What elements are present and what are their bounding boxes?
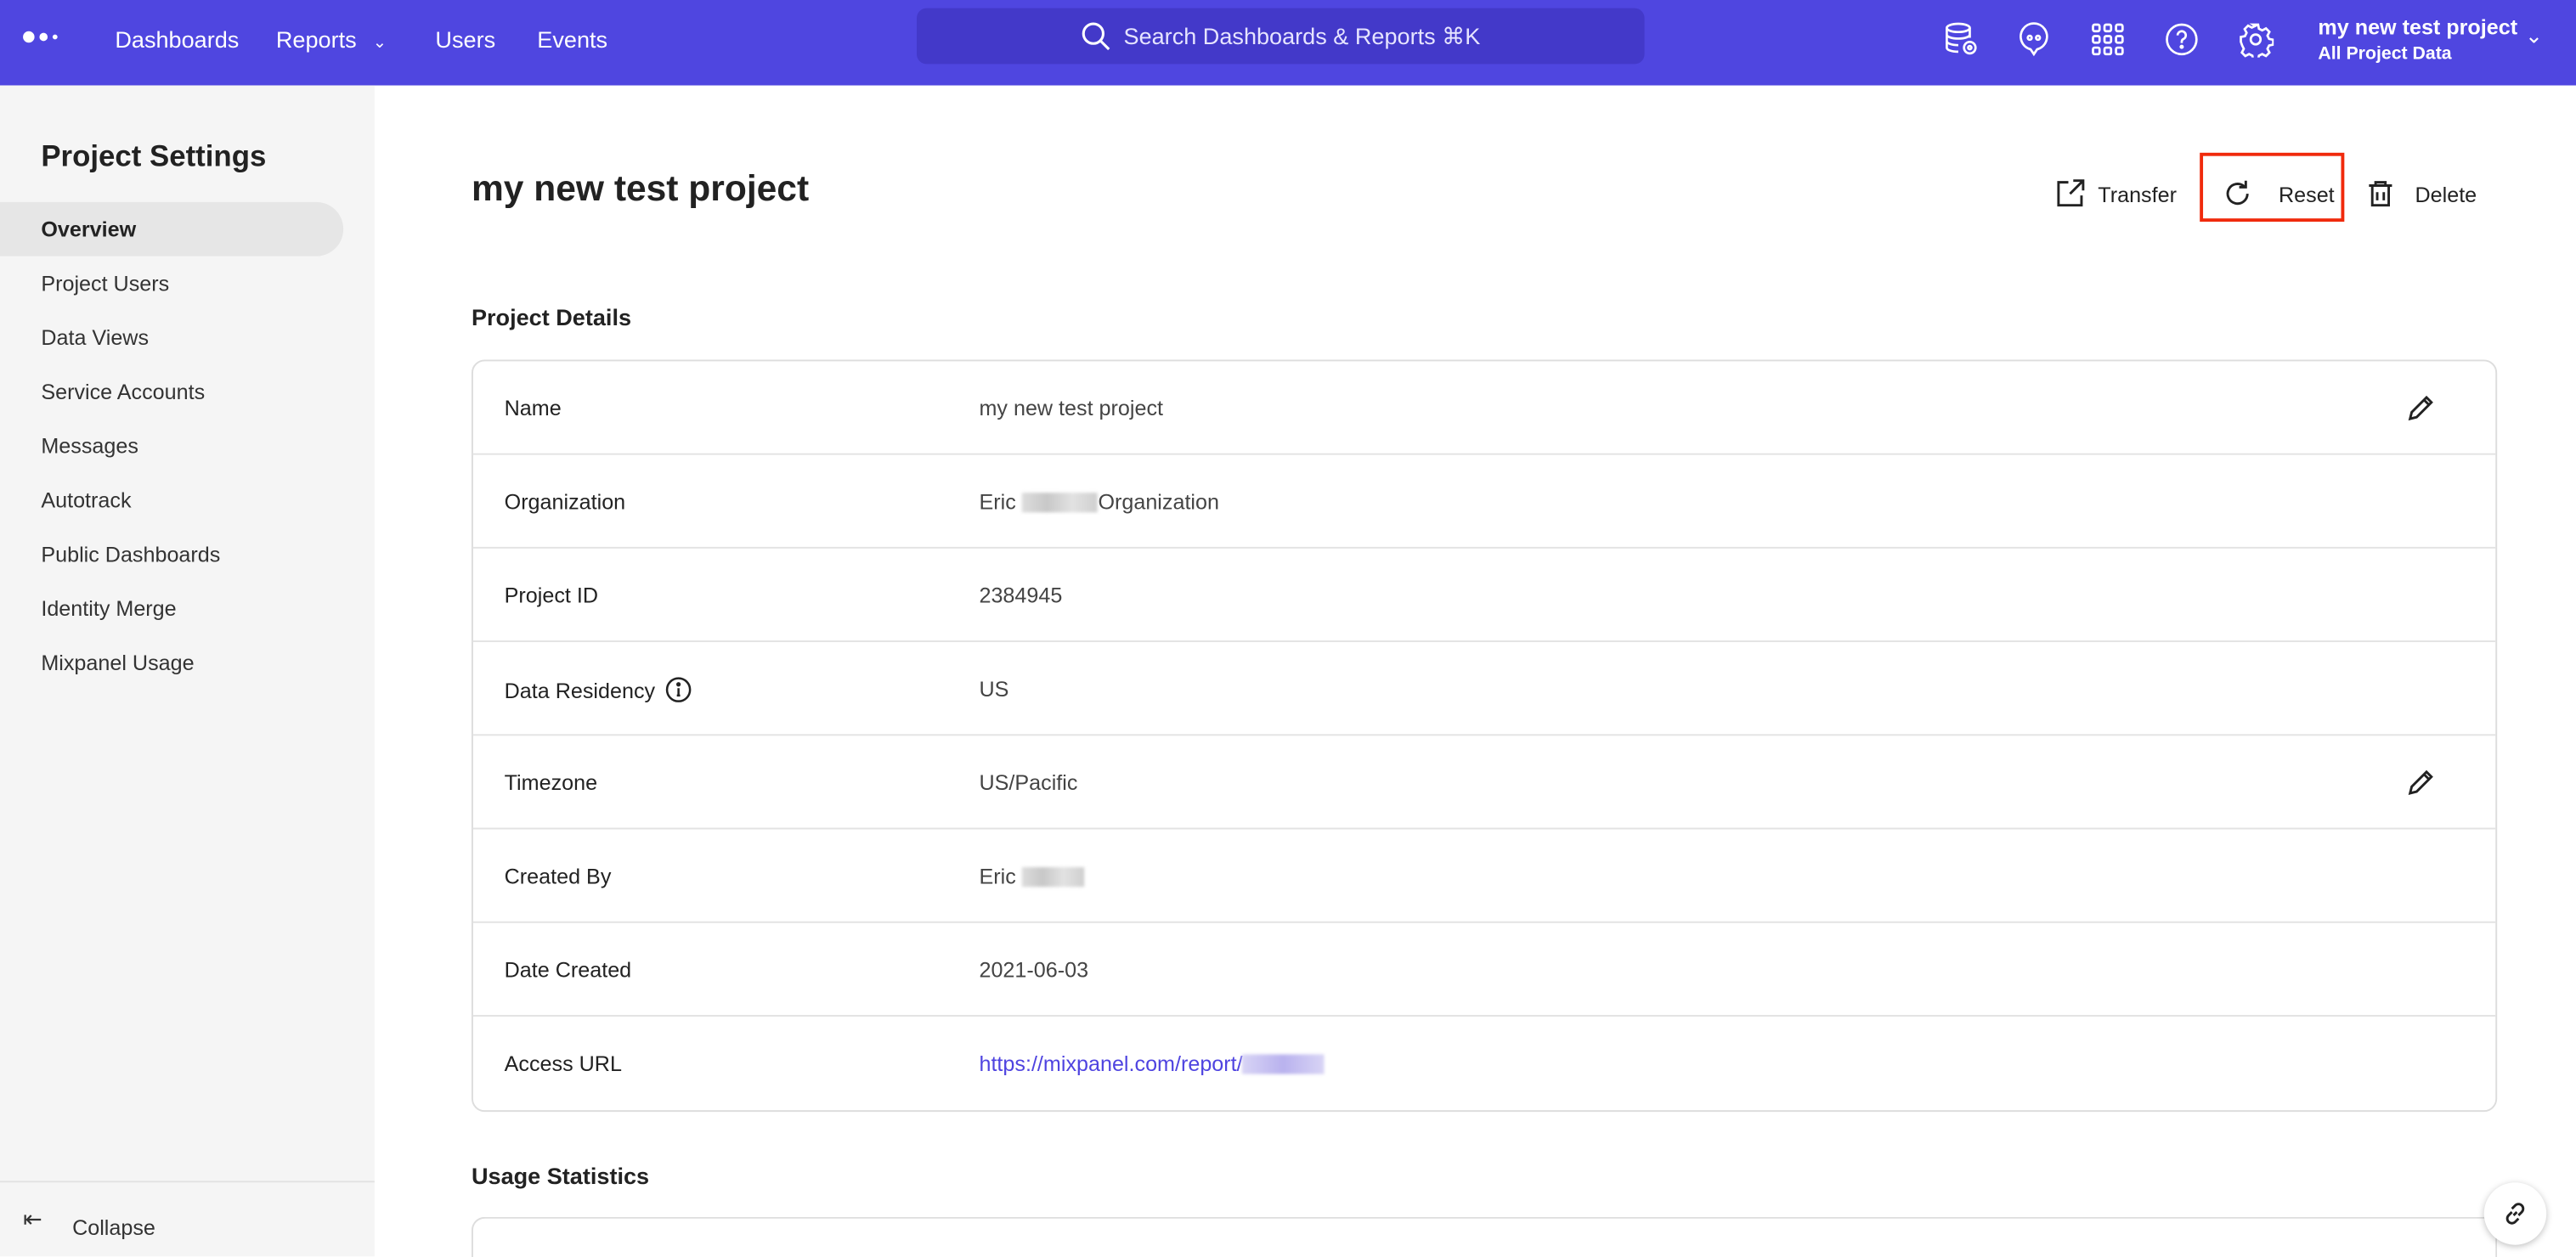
- row-label-text: Project ID: [504, 583, 599, 608]
- external-link-icon: [2057, 179, 2085, 207]
- sidebar-item-messages[interactable]: Messages: [0, 419, 343, 473]
- search-placeholder: Search Dashboards & Reports ⌘K: [1123, 22, 1481, 49]
- transfer-button[interactable]: Transfer: [2055, 171, 2177, 217]
- table-row: Project ID 2384945: [472, 549, 2496, 643]
- copy-link-button[interactable]: [2483, 1182, 2547, 1245]
- table-row: Organization Eric Organization: [472, 455, 2496, 549]
- reset-button[interactable]: Reset: [2223, 171, 2335, 217]
- table-row: Date Created 2021-06-03: [472, 923, 2496, 1017]
- row-label: Data Residency: [505, 677, 692, 703]
- main-content: my new test project Transfer Reset Delet…: [375, 86, 2576, 1257]
- chevron-down-icon: ⌄: [372, 34, 387, 53]
- top-nav-bar: Dashboards Reports ⌄ Users Events Search…: [0, 0, 2576, 86]
- row-label: Organization: [505, 489, 626, 514]
- mixpanel-logo[interactable]: [23, 31, 58, 43]
- sidebar-item-mixpanel-usage[interactable]: Mixpanel Usage: [0, 635, 343, 690]
- sidebar-item-identity-merge[interactable]: Identity Merge: [0, 582, 343, 636]
- table-row: Name my new test project: [472, 361, 2496, 455]
- edit-pencil-icon[interactable]: [2407, 392, 2437, 422]
- info-icon[interactable]: [665, 677, 692, 703]
- row-label: Timezone: [505, 770, 597, 795]
- database-gear-icon[interactable]: [1944, 21, 1980, 58]
- row-label-text: Data Residency: [504, 677, 656, 702]
- settings-gear-icon[interactable]: [2238, 21, 2274, 58]
- chevron-down-icon[interactable]: ⌄: [2525, 23, 2543, 49]
- project-name: my new test project: [2318, 14, 2518, 40]
- row-value: US/Pacific: [979, 770, 1077, 795]
- sidebar-item-autotrack[interactable]: Autotrack: [0, 473, 343, 527]
- refresh-icon: [2226, 180, 2249, 206]
- access-url-link[interactable]: https://mixpanel.com/report/: [979, 1051, 1242, 1076]
- nav-users[interactable]: Users: [435, 26, 495, 53]
- table-row: Access URL https://mixpanel.com/report/: [473, 1017, 2495, 1110]
- table-row: Created By Eric: [472, 830, 2496, 923]
- help-icon[interactable]: [2164, 21, 2200, 58]
- row-label: Project ID: [505, 583, 598, 607]
- project-scope: All Project Data: [2318, 44, 2452, 65]
- redacted-text: [1022, 866, 1085, 887]
- url-text: https://mixpanel.com/report/: [979, 1051, 1243, 1076]
- sidebar: Project Settings Overview Project Users Da…: [0, 85, 375, 1257]
- row-label-text: Created By: [504, 864, 612, 889]
- row-value-text: my new test project: [979, 396, 1164, 421]
- sidebar-item-overview[interactable]: Overview: [0, 201, 344, 256]
- project-details-table: Name my new test project Organization Eric O…: [471, 359, 2498, 1113]
- row-value: 2384945: [979, 583, 1062, 607]
- nav-reports-label: Reports: [275, 25, 357, 53]
- row-value-text: Organization: [1098, 489, 1219, 515]
- row-value: 2021-06-03: [979, 957, 1088, 982]
- row-value: https://mixpanel.com/report/: [979, 1051, 1325, 1076]
- edit-pencil-icon[interactable]: [2407, 767, 2437, 797]
- table-row: Timezone US/Pacific: [472, 736, 2496, 830]
- apps-grid-icon[interactable]: [2090, 21, 2127, 58]
- row-label-text: Name: [504, 396, 562, 421]
- row-value-text: US/Pacific: [979, 769, 1078, 795]
- nav-dashboards[interactable]: Dashboards: [115, 26, 239, 53]
- project-details-heading: Project Details: [471, 303, 632, 330]
- trash-icon: [2369, 181, 2392, 207]
- sidebar-item-project-users[interactable]: Project Users: [0, 256, 343, 311]
- nav-reports[interactable]: Reports ⌄: [276, 26, 387, 53]
- search-input[interactable]: Search Dashboards & Reports ⌘K: [916, 8, 1645, 65]
- sidebar-item-service-accounts[interactable]: Service Accounts: [0, 364, 343, 419]
- row-value-text: 2021-06-03: [979, 957, 1089, 983]
- project-selector[interactable]: my new test project All Project Data: [2318, 14, 2517, 67]
- delete-button[interactable]: Delete: [2365, 171, 2477, 217]
- redacted-text: [1242, 1053, 1325, 1074]
- row-label-text: Access URL: [504, 1051, 622, 1076]
- row-label-text: Organization: [504, 489, 626, 515]
- collapse-label: Collapse: [72, 1215, 155, 1240]
- row-value-text: US: [979, 676, 1009, 702]
- transfer-label: Transfer: [2098, 181, 2177, 206]
- row-value: Eric Organization: [979, 489, 1219, 514]
- sidebar-item-data-views[interactable]: Data Views: [0, 310, 343, 364]
- row-label: Created By: [505, 864, 612, 888]
- search-icon: [1082, 22, 1110, 51]
- row-value-text: Eric: [979, 864, 1016, 889]
- sidebar-item-public-dashboards[interactable]: Public Dashboards: [0, 527, 343, 582]
- chat-icon[interactable]: [2016, 21, 2053, 58]
- row-value-text: 2384945: [979, 583, 1063, 608]
- row-label-text: Date Created: [504, 957, 632, 983]
- sidebar-title: Project Settings: [41, 139, 267, 173]
- row-value: my new test project: [979, 396, 1163, 420]
- row-value: Eric: [979, 864, 1085, 888]
- collapse-icon: ⇤: [23, 1205, 42, 1232]
- row-value: US: [979, 677, 1008, 702]
- usage-statistics-heading: Usage Statistics: [471, 1163, 650, 1189]
- row-value-text: Eric: [979, 489, 1016, 515]
- reset-label: Reset: [2279, 181, 2335, 206]
- page-title: my new test project: [471, 167, 810, 209]
- link-icon: [2505, 1203, 2525, 1225]
- row-label: Date Created: [505, 957, 632, 982]
- delete-label: Delete: [2415, 181, 2477, 206]
- row-label-text: Timezone: [504, 769, 598, 795]
- nav-events[interactable]: Events: [537, 26, 607, 53]
- table-row: Data Residency US: [472, 642, 2496, 736]
- row-label: Name: [505, 396, 562, 420]
- usage-statistics-panel: [471, 1216, 2498, 1257]
- collapse-button[interactable]: ⇤ Collapse: [0, 1181, 375, 1256]
- redacted-text: [1022, 492, 1099, 512]
- row-label: Access URL: [505, 1051, 622, 1076]
